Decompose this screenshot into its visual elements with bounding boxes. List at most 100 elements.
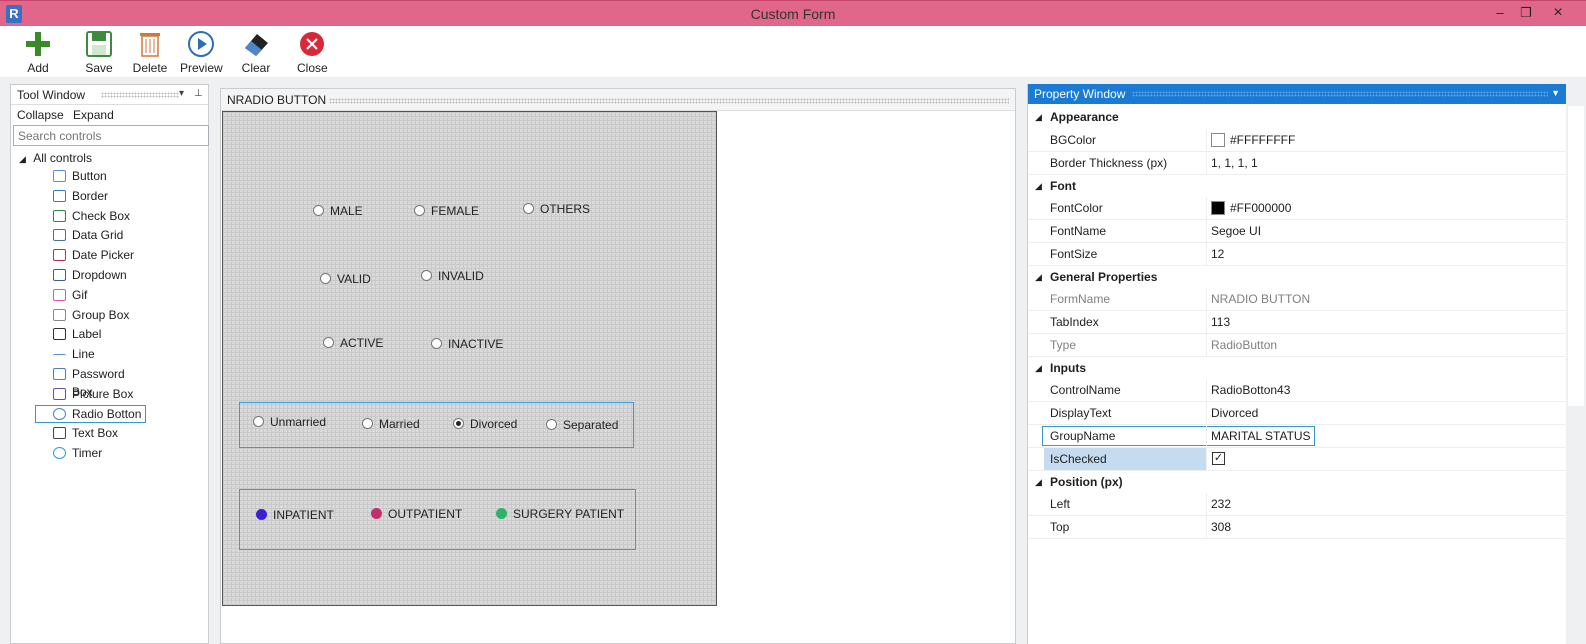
- prop-value[interactable]: Divorced: [1211, 402, 1258, 424]
- save-button[interactable]: Save: [84, 30, 114, 75]
- prop-value[interactable]: 308: [1211, 516, 1231, 538]
- tool-item-text-box[interactable]: Text Box: [51, 424, 147, 442]
- radio-male-label: MALE: [330, 204, 363, 218]
- restore-button[interactable]: ❐: [1516, 4, 1536, 22]
- minimize-button[interactable]: –: [1490, 4, 1510, 22]
- prop-row-bgcolor[interactable]: BGColor #FFFFFFFF: [1028, 129, 1567, 152]
- tool-item-timer[interactable]: Timer: [51, 444, 147, 462]
- timer-icon: [53, 447, 66, 460]
- prop-row-formname: FormName NRADIO BUTTON: [1028, 288, 1567, 311]
- radio-invalid-label: INVALID: [438, 269, 484, 283]
- property-drag-grip[interactable]: [1132, 91, 1548, 97]
- prop-value[interactable]: Segoe UI: [1211, 220, 1261, 242]
- prop-value[interactable]: RadioBotton43: [1211, 379, 1290, 401]
- tool-item-gif[interactable]: Gif: [51, 286, 147, 304]
- tool-item-label: Border: [72, 188, 109, 203]
- tool-item-check-box[interactable]: Check Box: [51, 207, 147, 225]
- tool-item-group-box[interactable]: Group Box: [51, 306, 147, 324]
- category-appearance[interactable]: ◢ Appearance: [1028, 106, 1567, 128]
- radio-outpatient-label: OUTPATIENT: [388, 507, 463, 521]
- prop-value-bgcolor[interactable]: #FFFFFFFF: [1211, 129, 1295, 151]
- prop-value[interactable]: 113: [1211, 311, 1230, 333]
- tool-item-line[interactable]: Line: [51, 345, 147, 363]
- radio-active-label: ACTIVE: [340, 336, 384, 350]
- tool-item-label: Line: [72, 347, 95, 362]
- eraser-icon: [245, 34, 268, 56]
- tool-item-picture-box[interactable]: Picture Box: [51, 385, 147, 403]
- prop-row-left[interactable]: Left 232: [1028, 493, 1567, 516]
- tool-item-data-grid[interactable]: Data Grid: [51, 226, 147, 244]
- prop-value: NRADIO BUTTON: [1211, 292, 1311, 306]
- form-canvas[interactable]: MALE FEMALE OTHERS VALID INVALID ACTIVE …: [222, 111, 717, 606]
- button-icon: [53, 170, 66, 182]
- radio-surgery-label: SURGERY PATIENT: [513, 507, 625, 521]
- radio-selected-icon: [453, 418, 464, 429]
- designer-tab[interactable]: NRADIO BUTTON: [221, 89, 1015, 111]
- radio-circle-icon: [313, 205, 324, 216]
- tool-item-dropdown[interactable]: Dropdown: [51, 266, 147, 284]
- prop-value[interactable]: 1, 1, 1, 1: [1211, 152, 1258, 174]
- tool-item-border[interactable]: Border: [51, 187, 147, 205]
- tool-item-label[interactable]: Label: [51, 325, 147, 343]
- tool-item-button[interactable]: Button: [51, 167, 147, 185]
- prop-row-fontname[interactable]: FontName Segoe UI: [1028, 220, 1567, 243]
- radio-unmarried-label: Unmarried: [270, 415, 327, 429]
- prop-row-top[interactable]: Top 308: [1028, 516, 1567, 539]
- prop-value: RadioButton: [1211, 338, 1278, 352]
- prop-row-groupname[interactable]: GroupName MARITAL STATUS: [1028, 425, 1567, 448]
- radio-circle-icon: [323, 337, 334, 348]
- tool-item-radio-botton[interactable]: Radio Botton: [35, 404, 146, 423]
- tool-item-label: Data Grid: [72, 228, 124, 243]
- scrollbar-thumb[interactable]: [1568, 106, 1584, 406]
- close-button[interactable]: Close: [297, 30, 328, 75]
- datagrid-icon: [53, 229, 66, 242]
- groupname-input[interactable]: MARITAL STATUS: [1211, 425, 1311, 447]
- close-window-button[interactable]: ×: [1548, 4, 1568, 22]
- delete-button[interactable]: Delete: [132, 30, 168, 75]
- collapse-link[interactable]: Collapse: [17, 108, 64, 122]
- drag-grip[interactable]: [101, 92, 179, 98]
- category-label: Font: [1050, 179, 1076, 193]
- preview-button[interactable]: Preview: [180, 30, 223, 75]
- prop-name: FontColor: [1050, 201, 1103, 215]
- tree-root-all-controls[interactable]: ◢ All controls: [19, 151, 92, 165]
- category-position[interactable]: ◢ Position (px): [1028, 471, 1567, 493]
- property-scrollbar[interactable]: [1566, 84, 1586, 644]
- color-swatch: [1211, 133, 1225, 147]
- prop-name: ControlName: [1050, 383, 1121, 397]
- chevron-down-icon[interactable]: ▾: [179, 88, 184, 99]
- tool-item-date-picker[interactable]: Date Picker: [51, 246, 147, 264]
- ischecked-checkbox[interactable]: ✓: [1212, 452, 1225, 465]
- search-controls-input[interactable]: [13, 125, 209, 146]
- tool-item-password-box[interactable]: Password Box: [51, 365, 147, 399]
- prop-row-border-thickness[interactable]: Border Thickness (px) 1, 1, 1, 1: [1028, 152, 1567, 175]
- close-label: Close: [297, 61, 328, 75]
- prop-row-displaytext[interactable]: DisplayText Divorced: [1028, 402, 1567, 425]
- label-icon: [53, 328, 66, 341]
- prop-value[interactable]: 12: [1211, 243, 1224, 265]
- prop-row-fontsize[interactable]: FontSize 12: [1028, 243, 1567, 266]
- category-general-properties[interactable]: ◢ General Properties: [1028, 266, 1567, 288]
- toolbar: Add Form Save Delete Preview Clear All C…: [0, 26, 1586, 89]
- preview-label: Preview: [180, 61, 223, 75]
- prop-value[interactable]: 232: [1211, 493, 1231, 515]
- prop-name: FormName: [1050, 292, 1111, 306]
- prop-row-fontcolor[interactable]: FontColor #FF000000: [1028, 197, 1567, 220]
- save-label: Save: [85, 61, 113, 75]
- prop-row-tabindex[interactable]: TabIndex 113: [1028, 311, 1567, 334]
- expand-link[interactable]: Expand: [73, 108, 114, 122]
- category-inputs[interactable]: ◢ Inputs: [1028, 357, 1567, 379]
- radio-circle-icon: [431, 338, 442, 349]
- password-icon: [53, 368, 66, 380]
- radio-icon: [53, 407, 66, 420]
- tool-item-label: Button: [72, 169, 107, 183]
- tool-item-label: Radio Botton: [72, 406, 142, 421]
- pin-icon[interactable]: ⊥: [194, 88, 203, 99]
- category-font[interactable]: ◢ Font: [1028, 175, 1567, 197]
- tool-item-label: Date Picker: [72, 248, 135, 263]
- prop-row-ischecked[interactable]: IsChecked ✓: [1028, 448, 1567, 471]
- prop-row-controlname[interactable]: ControlName RadioBotton43: [1028, 379, 1567, 402]
- category-label: General Properties: [1050, 270, 1158, 284]
- prop-value-fontcolor[interactable]: #FF000000: [1211, 197, 1291, 219]
- chevron-down-icon[interactable]: ▼: [1551, 88, 1560, 98]
